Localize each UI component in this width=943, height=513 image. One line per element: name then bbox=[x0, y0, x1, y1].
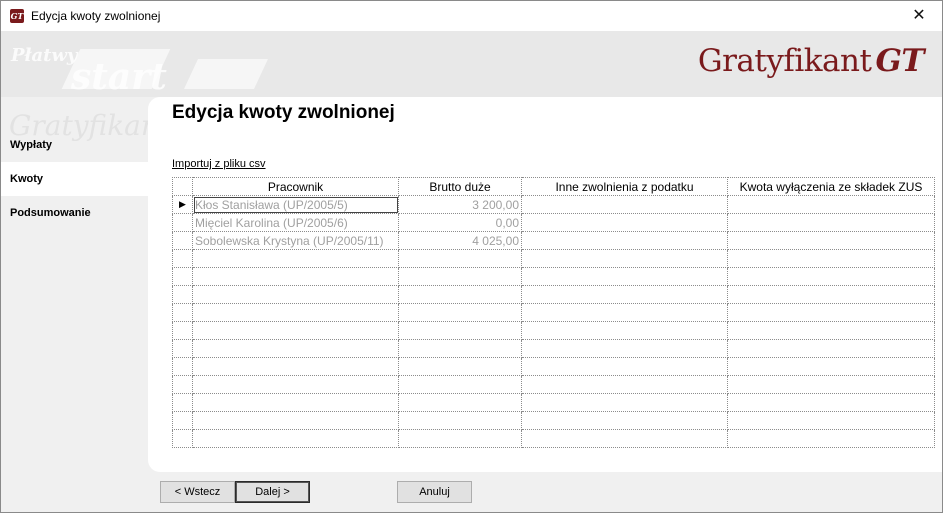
column-header-inne-zwolnienia[interactable]: Inne zwolnienia z podatku bbox=[521, 177, 728, 196]
page-title: Edycja kwoty zwolnionej bbox=[172, 102, 395, 123]
row-header bbox=[172, 231, 193, 250]
cell-pracownik[interactable]: Kłos Stanisława (UP/2005/5) bbox=[192, 195, 399, 214]
sidebar-item-label: Wypłaty bbox=[10, 139, 52, 151]
sidebar-item-podsumowanie[interactable]: Podsumowanie bbox=[1, 196, 149, 230]
cell-kwota-zus[interactable] bbox=[727, 213, 935, 232]
cell-brutto[interactable]: 0,00 bbox=[398, 213, 522, 232]
close-button[interactable]: ✕ bbox=[896, 1, 942, 31]
column-header-kwota-zus[interactable]: Kwota wyłączenia ze składek ZUS bbox=[727, 177, 935, 196]
row-header bbox=[172, 213, 193, 232]
empty-row bbox=[172, 393, 935, 412]
sidebar-item-label: Kwoty bbox=[10, 173, 43, 185]
wizard-sidebar: Wypłaty Kwoty Podsumowanie bbox=[1, 97, 149, 512]
empty-row bbox=[172, 411, 935, 430]
sidebar-item-wyplaty[interactable]: Wypłaty bbox=[1, 128, 149, 162]
app-icon: GT bbox=[10, 9, 24, 23]
title-bar: GT Edycja kwoty zwolnionej ✕ bbox=[1, 1, 942, 31]
import-csv-link[interactable]: Importuj z pliku csv bbox=[172, 158, 266, 170]
empty-row bbox=[172, 429, 935, 448]
empty-row bbox=[172, 339, 935, 358]
empty-row bbox=[172, 249, 935, 268]
main-panel: Edycja kwoty zwolnionej Importuj z pliku… bbox=[148, 97, 942, 472]
cell-brutto[interactable]: 3 200,00 bbox=[398, 195, 522, 214]
empty-row bbox=[172, 303, 935, 322]
empty-row bbox=[172, 267, 935, 286]
watermark-text: Płatwy bbox=[11, 45, 78, 66]
watermark-shape bbox=[184, 59, 268, 89]
column-header-brutto[interactable]: Brutto duże bbox=[398, 177, 522, 196]
cell-brutto[interactable]: 4 025,00 bbox=[398, 231, 522, 250]
next-button[interactable]: Dalej > bbox=[235, 481, 310, 503]
dialog-window: GT Edycja kwoty zwolnionej ✕ Płatwy star… bbox=[0, 0, 943, 513]
amounts-grid: Pracownik Brutto duże Inne zwolnienia z … bbox=[172, 177, 935, 448]
table-row[interactable]: Sobolewska Krystyna (UP/2005/11) 4 025,0… bbox=[172, 231, 935, 250]
back-button[interactable]: < Wstecz bbox=[160, 481, 235, 503]
sidebar-item-label: Podsumowanie bbox=[10, 207, 91, 219]
table-row[interactable]: Mięciel Karolina (UP/2005/6) 0,00 bbox=[172, 213, 935, 232]
brand-logo: Gratyfikant GT bbox=[697, 43, 925, 79]
window-title: Edycja kwoty zwolnionej bbox=[31, 9, 161, 23]
logo-mark: GT bbox=[875, 43, 924, 79]
cell-inne-zwolnienia[interactable] bbox=[521, 231, 728, 250]
cell-pracownik[interactable]: Mięciel Karolina (UP/2005/6) bbox=[192, 213, 399, 232]
logo-text: Gratyfikant bbox=[697, 43, 872, 79]
table-row[interactable]: ▶ Kłos Stanisława (UP/2005/5) 3 200,00 bbox=[172, 195, 935, 214]
cell-kwota-zus[interactable] bbox=[727, 195, 935, 214]
empty-row bbox=[172, 321, 935, 340]
cancel-button[interactable]: Anuluj bbox=[397, 481, 472, 503]
cell-inne-zwolnienia[interactable] bbox=[521, 195, 728, 214]
empty-row bbox=[172, 375, 935, 394]
column-header-pracownik[interactable]: Pracownik bbox=[192, 177, 399, 196]
empty-row bbox=[172, 357, 935, 376]
cell-kwota-zus[interactable] bbox=[727, 231, 935, 250]
cell-pracownik[interactable]: Sobolewska Krystyna (UP/2005/11) bbox=[192, 231, 399, 250]
watermark-text: start bbox=[71, 56, 167, 98]
cell-inne-zwolnienia[interactable] bbox=[521, 213, 728, 232]
row-header-corner bbox=[172, 177, 193, 196]
current-row-indicator-icon: ▶ bbox=[172, 195, 193, 214]
grid-header-row: Pracownik Brutto duże Inne zwolnienia z … bbox=[172, 177, 935, 196]
empty-row bbox=[172, 285, 935, 304]
sidebar-item-kwoty[interactable]: Kwoty bbox=[1, 162, 149, 196]
